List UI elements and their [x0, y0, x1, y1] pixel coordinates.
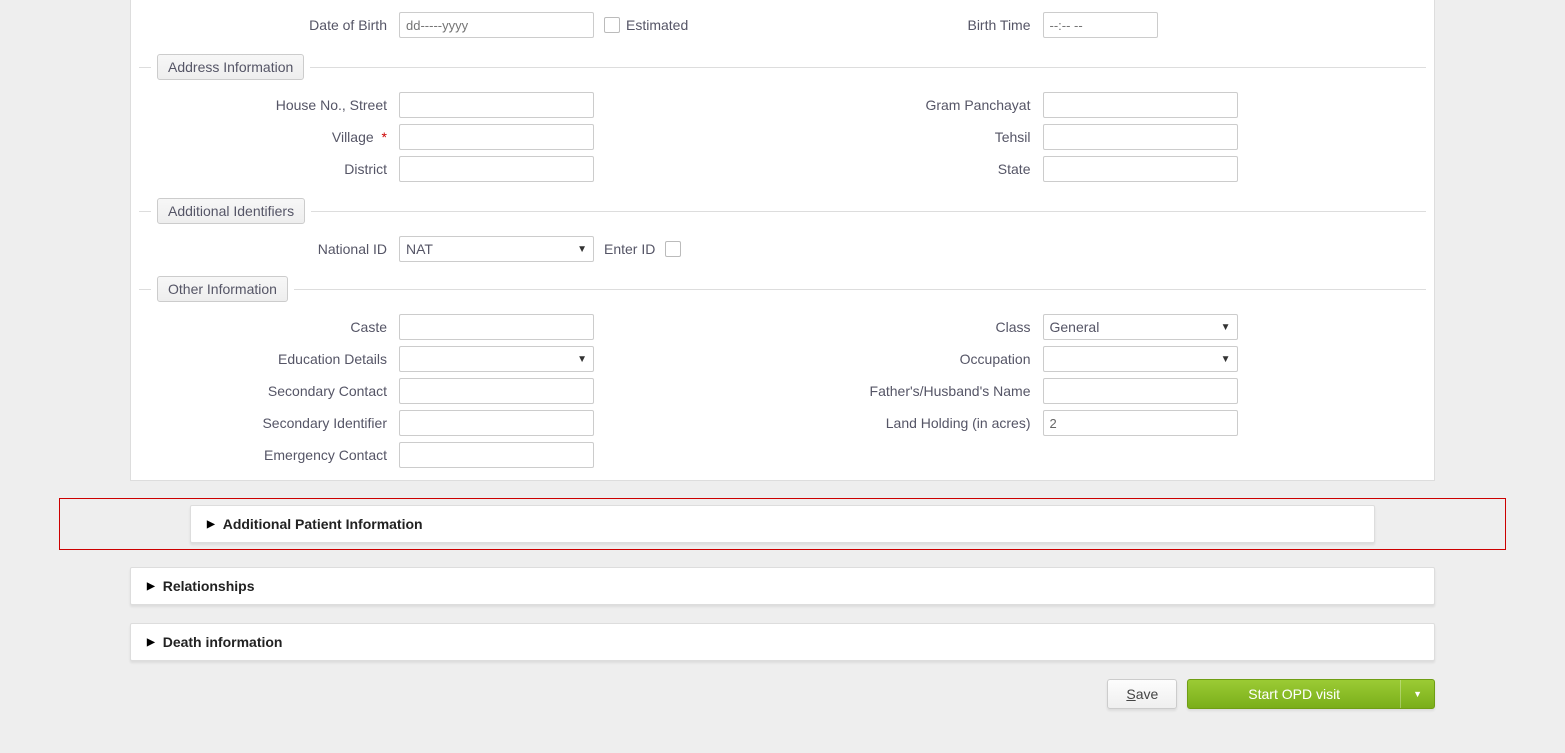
land-input[interactable] [1043, 410, 1238, 436]
house-label: House No., Street [139, 97, 399, 113]
enter-id-label: Enter ID [604, 241, 655, 257]
identifiers-legend: Additional Identifiers [157, 198, 305, 224]
class-select[interactable]: General ▼ [1043, 314, 1238, 340]
start-opd-visit-button[interactable]: Start OPD visit ▼ [1187, 679, 1435, 709]
state-input[interactable] [1043, 156, 1238, 182]
caret-right-icon: ▶ [147, 581, 155, 592]
estimated-checkbox[interactable] [604, 17, 620, 33]
national-id-value: NAT [406, 241, 433, 257]
dob-input[interactable] [399, 12, 594, 38]
chevron-down-icon: ▼ [577, 244, 587, 255]
caste-label: Caste [139, 319, 399, 335]
national-id-select[interactable]: NAT ▼ [399, 236, 594, 262]
occupation-select[interactable]: ▼ [1043, 346, 1238, 372]
address-legend: Address Information [157, 54, 304, 80]
education-select[interactable]: ▼ [399, 346, 594, 372]
caste-input[interactable] [399, 314, 594, 340]
birth-time-label: Birth Time [783, 17, 1043, 33]
national-id-label: National ID [139, 241, 399, 257]
estimated-label: Estimated [626, 17, 688, 33]
other-legend: Other Information [157, 276, 288, 302]
secondary-contact-input[interactable] [399, 378, 594, 404]
emergency-contact-input[interactable] [399, 442, 594, 468]
occupation-label: Occupation [783, 351, 1043, 367]
chevron-down-icon: ▼ [577, 354, 587, 365]
district-label: District [139, 161, 399, 177]
tehsil-input[interactable] [1043, 124, 1238, 150]
emergency-contact-label: Emergency Contact [139, 447, 399, 463]
caret-right-icon: ▶ [207, 519, 215, 530]
father-input[interactable] [1043, 378, 1238, 404]
panel-relationships[interactable]: ▶ Relationships [130, 567, 1435, 605]
class-label: Class [783, 319, 1043, 335]
panel-title: Death information [163, 634, 283, 650]
secondary-identifier-label: Secondary Identifier [139, 415, 399, 431]
secondary-identifier-input[interactable] [399, 410, 594, 436]
caret-right-icon: ▶ [147, 637, 155, 648]
panel-death-info[interactable]: ▶ Death information [130, 623, 1435, 661]
dob-label: Date of Birth [139, 17, 399, 33]
enter-id-checkbox[interactable] [665, 241, 681, 257]
gram-input[interactable] [1043, 92, 1238, 118]
caret-down-icon: ▼ [1413, 689, 1422, 699]
education-label: Education Details [139, 351, 399, 367]
father-label: Father's/Husband's Name [783, 383, 1043, 399]
panel-additional-patient-info[interactable]: ▶ Additional Patient Information [190, 505, 1375, 543]
chevron-down-icon: ▼ [1221, 354, 1231, 365]
chevron-down-icon: ▼ [1221, 322, 1231, 333]
village-label: Village * [139, 129, 399, 145]
house-input[interactable] [399, 92, 594, 118]
start-opd-dropdown[interactable]: ▼ [1400, 680, 1434, 708]
state-label: State [783, 161, 1043, 177]
gram-label: Gram Panchayat [783, 97, 1043, 113]
secondary-contact-label: Secondary Contact [139, 383, 399, 399]
village-required: * [382, 129, 387, 145]
panel-title: Additional Patient Information [223, 516, 423, 532]
district-input[interactable] [399, 156, 594, 182]
land-label: Land Holding (in acres) [783, 415, 1043, 431]
birth-time-input[interactable] [1043, 12, 1158, 38]
village-input[interactable] [399, 124, 594, 150]
save-button[interactable]: Save [1107, 679, 1177, 709]
age-label: Age [139, 7, 164, 10]
class-value: General [1050, 319, 1100, 335]
panel-title: Relationships [163, 578, 255, 594]
tehsil-label: Tehsil [783, 129, 1043, 145]
